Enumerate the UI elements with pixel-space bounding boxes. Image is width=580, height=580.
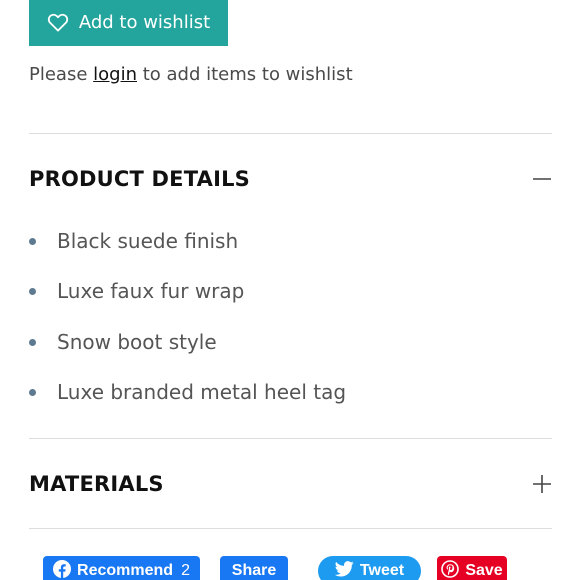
wishlist-login-prompt: Please login to add items to wishlist: [29, 64, 353, 85]
product-info-panel: Add to wishlist Please login to add item…: [0, 0, 580, 580]
save-label: Save: [465, 562, 503, 579]
prompt-text-before: Please: [29, 64, 94, 85]
recommend-label: Recommend: [77, 562, 174, 579]
minus-icon[interactable]: [532, 169, 552, 189]
facebook-icon: [53, 559, 72, 580]
bullet-dot-icon: [29, 288, 36, 296]
divider: [29, 528, 552, 529]
login-link[interactable]: login: [93, 64, 137, 85]
product-details-header[interactable]: PRODUCT DETAILS: [29, 159, 552, 199]
list-item-text: Luxe branded metal heel tag: [57, 379, 347, 404]
wishlist-button-label: Add to wishlist: [78, 11, 211, 33]
plus-icon[interactable]: [532, 474, 552, 494]
add-to-wishlist-button[interactable]: Add to wishlist: [29, 0, 228, 46]
pinterest-icon: [441, 559, 460, 580]
social-share-bar: Recommend 2 Share Tweet Save: [0, 556, 580, 580]
facebook-share-button[interactable]: Share: [220, 556, 288, 580]
list-item: Snow boot style: [29, 325, 346, 375]
facebook-recommend-button[interactable]: Recommend 2: [43, 556, 200, 580]
list-item: Luxe faux fur wrap: [29, 274, 346, 324]
materials-title: MATERIALS: [29, 472, 164, 496]
product-details-list: Black suede finish Luxe faux fur wrap Snow…: [29, 224, 346, 425]
bullet-dot-icon: [29, 238, 36, 245]
prompt-text-after: to add items to wishlist: [137, 64, 353, 85]
tweet-button[interactable]: Tweet: [318, 556, 421, 580]
tweet-label: Tweet: [359, 562, 405, 579]
pinterest-save-button[interactable]: Save: [437, 556, 507, 580]
share-label: Share: [231, 562, 277, 579]
list-item: Luxe branded metal heel tag: [29, 375, 346, 425]
recommend-count: 2: [181, 562, 190, 579]
materials-header[interactable]: MATERIALS: [29, 464, 552, 504]
bullet-dot-icon: [29, 338, 36, 346]
list-item: Black suede finish: [29, 224, 346, 274]
heart-outline-icon: [47, 12, 69, 32]
list-item-text: Snow boot style: [57, 329, 217, 354]
bullet-dot-icon: [29, 388, 36, 396]
list-item-text: Luxe faux fur wrap: [57, 279, 245, 304]
twitter-bird-icon: [334, 560, 354, 580]
divider: [29, 438, 552, 439]
list-item-text: Black suede finish: [57, 229, 239, 253]
product-details-title: PRODUCT DETAILS: [29, 167, 250, 191]
divider: [29, 133, 552, 134]
